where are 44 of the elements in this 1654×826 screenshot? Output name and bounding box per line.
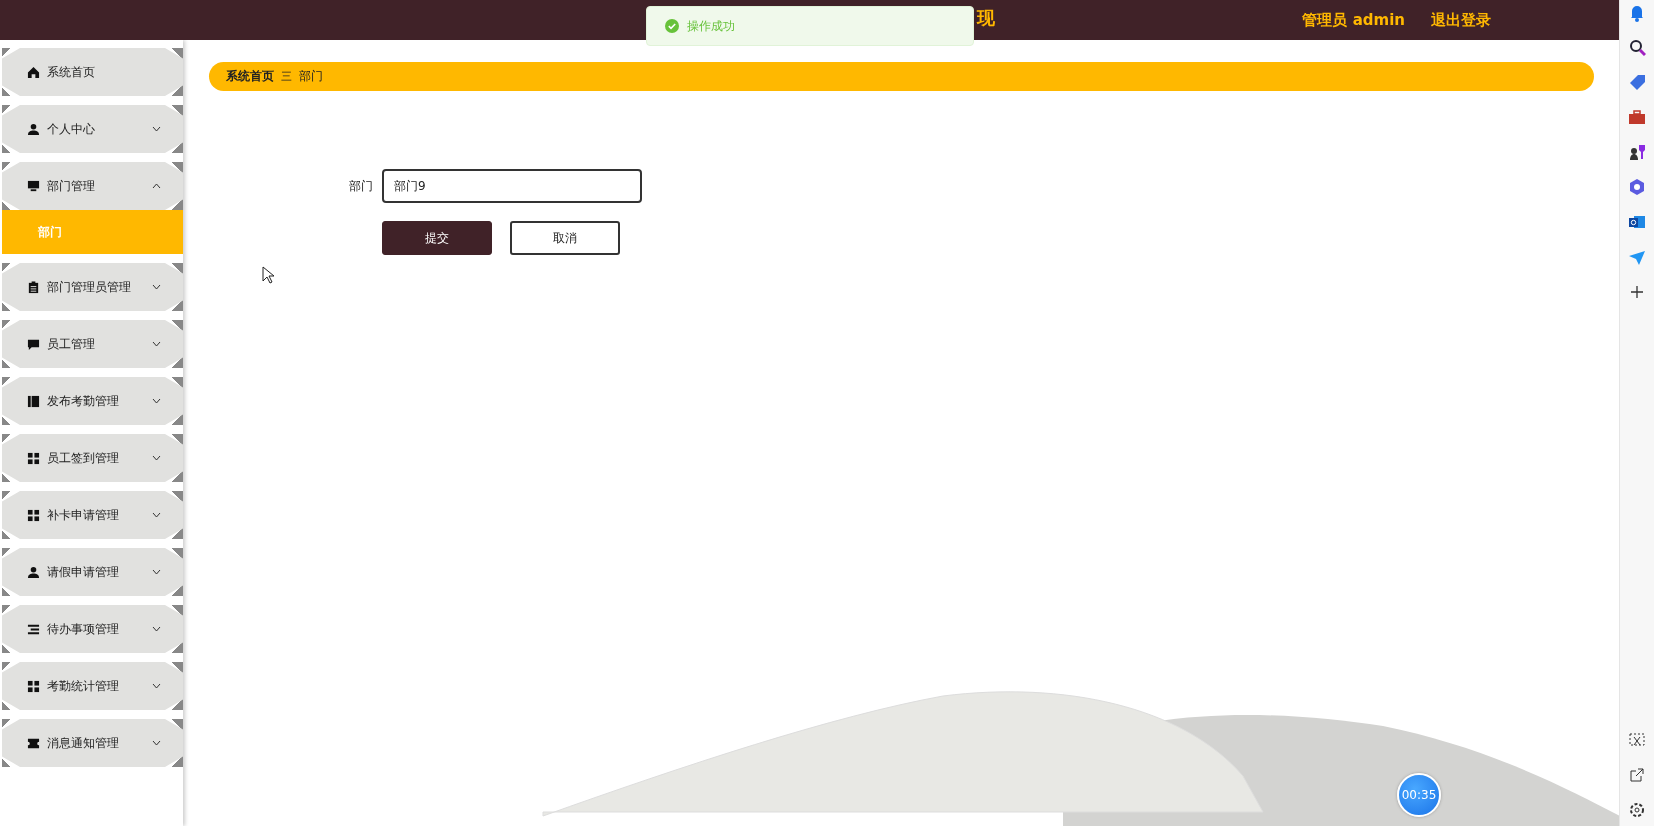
menu-item[interactable]: 考勤统计管理 — [2, 662, 183, 710]
menu-item[interactable]: 请假申请管理 — [2, 548, 183, 596]
menu-item[interactable]: 员工签到管理 — [2, 434, 183, 482]
ticket-icon — [27, 736, 40, 750]
book-icon — [27, 394, 40, 408]
breadcrumb-item: 部门 — [299, 68, 323, 85]
home-icon — [27, 65, 40, 79]
chess-icon[interactable] — [1628, 142, 1646, 162]
grid-icon — [27, 679, 40, 693]
monitor-icon — [27, 179, 40, 193]
menu-item[interactable]: 系统首页 — [2, 48, 183, 96]
menu-item[interactable]: 发布考勤管理 — [2, 377, 183, 425]
cancel-button[interactable]: 取消 — [510, 221, 620, 255]
tag-icon[interactable] — [1628, 72, 1646, 92]
list-icon — [27, 622, 40, 636]
settings-icon[interactable] — [1628, 800, 1646, 820]
person-icon — [27, 565, 40, 579]
logout-link[interactable]: 退出登录 — [1431, 10, 1491, 30]
person-icon — [27, 122, 40, 136]
menu-item[interactable]: 员工管理 — [2, 320, 183, 368]
search-icon[interactable] — [1628, 37, 1646, 57]
chat-icon — [27, 337, 40, 351]
cursor-icon — [262, 266, 274, 284]
grid-icon — [27, 508, 40, 522]
field-label: 部门 — [348, 177, 373, 195]
breadcrumb-separator: 三 — [281, 69, 292, 84]
menu-item[interactable]: 部门管理 — [2, 162, 183, 210]
submit-button[interactable]: 提交 — [382, 221, 492, 255]
menu-item[interactable]: 消息通知管理 — [2, 719, 183, 767]
breadcrumb-item[interactable]: 系统首页 — [226, 68, 274, 85]
grid-icon — [27, 451, 40, 465]
toolbox-icon[interactable] — [1628, 107, 1646, 127]
clipboard-icon — [27, 280, 40, 294]
external-link-icon[interactable] — [1628, 765, 1646, 785]
menu-item[interactable]: 待办事项管理 — [2, 605, 183, 653]
toast-text: 操作成功 — [687, 17, 735, 35]
success-icon — [665, 19, 679, 33]
menu-item[interactable]: 个人中心 — [2, 105, 183, 153]
input-field[interactable]: 部门9 — [382, 169, 642, 203]
hexagon-icon[interactable] — [1628, 177, 1646, 197]
menu-item[interactable]: 部门管理员管理 — [2, 263, 183, 311]
user-label: 管理员 admin — [1302, 10, 1405, 30]
menu-item[interactable]: 补卡申请管理 — [2, 491, 183, 539]
header-title: 现 — [977, 6, 995, 30]
